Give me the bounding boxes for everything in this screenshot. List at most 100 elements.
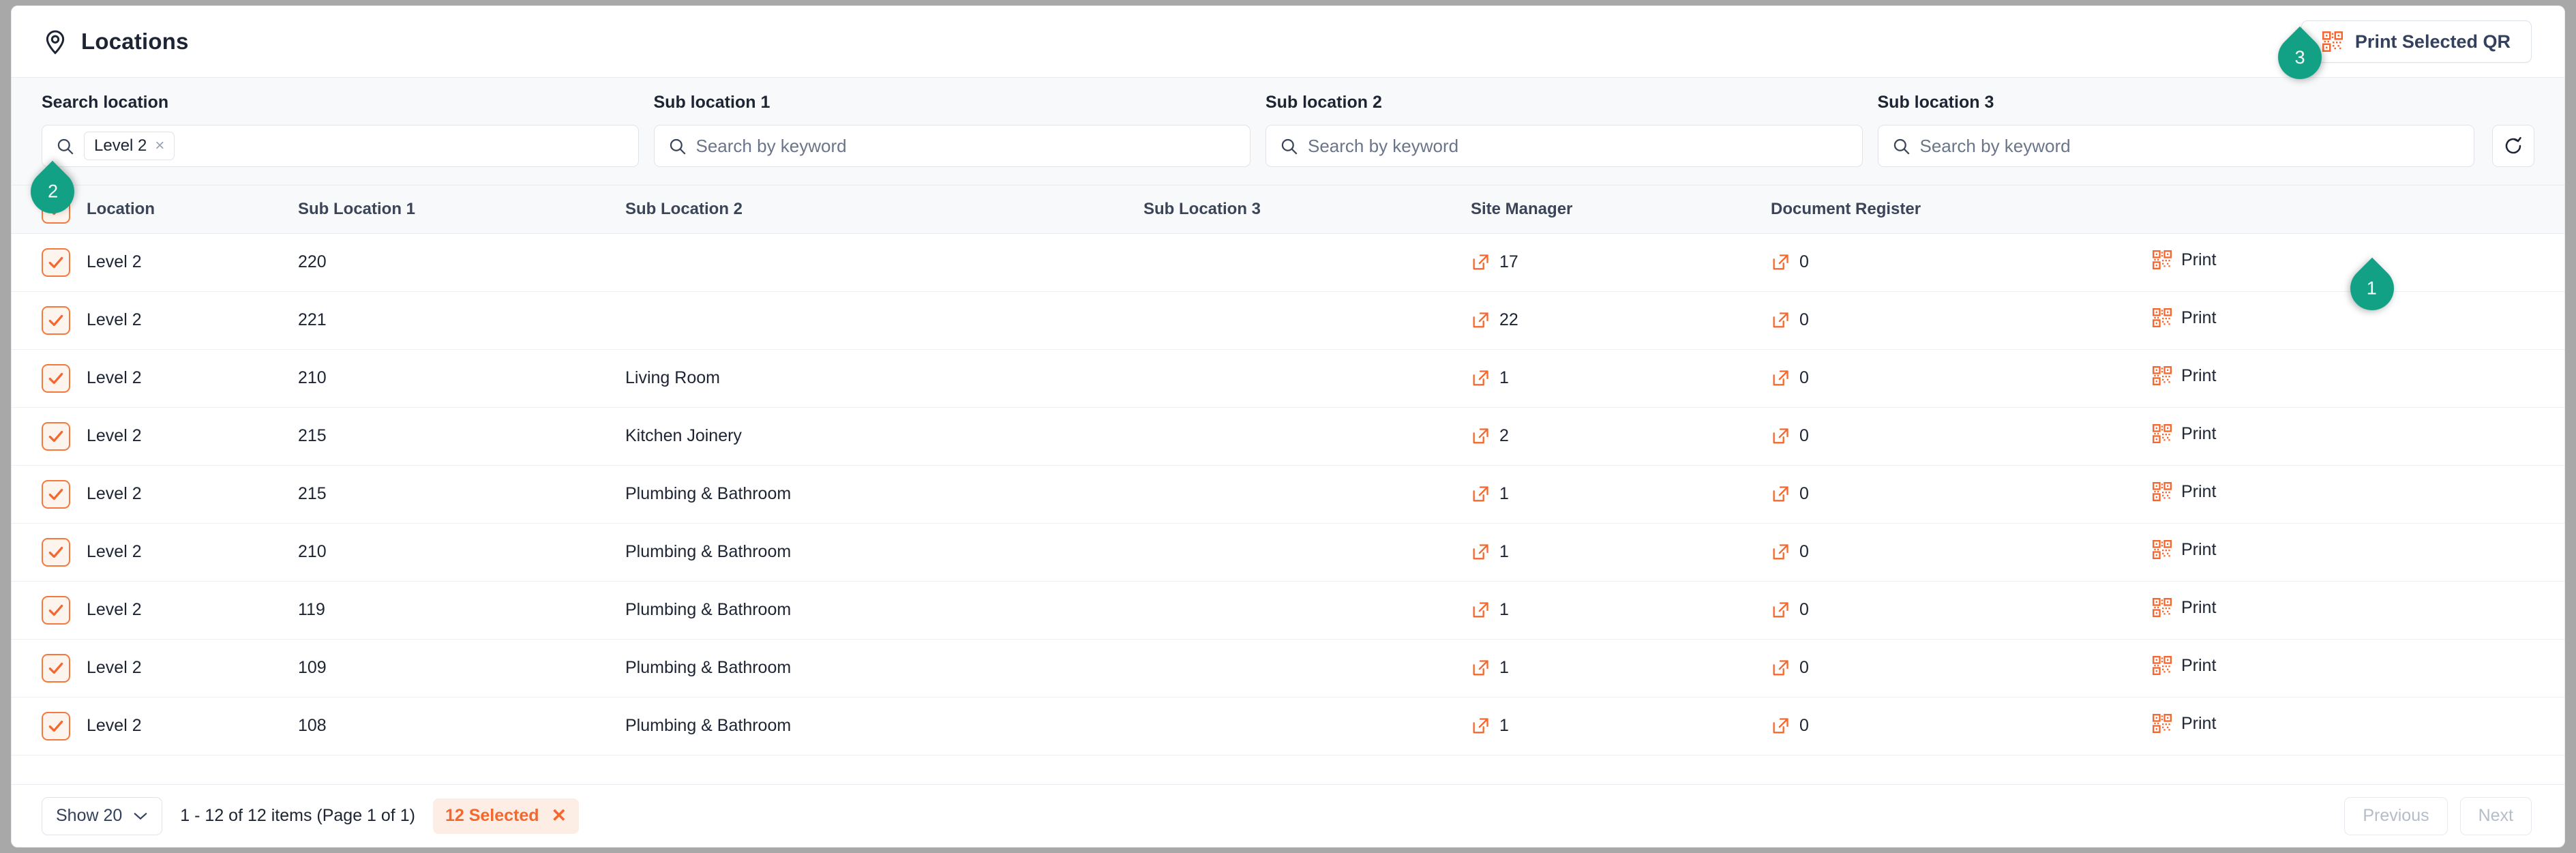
document-register-link[interactable]: 0 bbox=[1771, 542, 2153, 562]
cell-sub-location-2: Living Room bbox=[625, 349, 1143, 408]
table-row[interactable]: Level 2 220 17 0 Print bbox=[12, 233, 2564, 292]
table-row[interactable]: Level 2 210 Plumbing & Bathroom 1 0 Print bbox=[12, 523, 2564, 582]
table-row[interactable]: Level 2 210 Living Room 1 0 Print bbox=[12, 349, 2564, 408]
document-register-link[interactable]: 0 bbox=[1771, 484, 2153, 504]
next-page-button[interactable]: Next bbox=[2459, 796, 2532, 835]
sub-location-3-input[interactable]: Search by keyword bbox=[1877, 125, 2474, 167]
table-row[interactable]: Level 2 109 Plumbing & Bathroom 1 0 Print bbox=[12, 639, 2564, 698]
document-register-link[interactable]: 0 bbox=[1771, 426, 2153, 446]
site-manager-link[interactable]: 1 bbox=[1471, 600, 1771, 620]
print-qr-link[interactable]: Print bbox=[2153, 540, 2216, 560]
print-qr-link[interactable]: Print bbox=[2153, 250, 2216, 270]
document-register-link[interactable]: 0 bbox=[1771, 658, 2153, 678]
cell-location: Level 2 bbox=[87, 465, 298, 524]
external-link-icon bbox=[1471, 253, 1490, 272]
print-qr-link[interactable]: Print bbox=[2153, 308, 2216, 328]
filter-chip-level-2[interactable]: Level 2 × bbox=[84, 132, 175, 160]
header-site-manager[interactable]: Site Manager bbox=[1471, 185, 1771, 234]
print-selected-qr-button[interactable]: Print Selected QR bbox=[2301, 20, 2532, 63]
external-link-icon bbox=[1471, 601, 1490, 620]
document-register-link[interactable]: 0 bbox=[1771, 310, 2153, 330]
header-sub-location-1[interactable]: Sub Location 1 bbox=[298, 185, 625, 234]
qr-code-icon bbox=[2153, 308, 2172, 328]
table-row[interactable]: Level 2 221 22 0 Print bbox=[12, 291, 2564, 350]
document-register-link[interactable]: 0 bbox=[1771, 252, 2153, 272]
print-label: Print bbox=[2181, 365, 2217, 385]
chevron-down-icon bbox=[133, 811, 148, 821]
cell-location: Level 2 bbox=[87, 291, 298, 350]
sub-location-3-placeholder: Search by keyword bbox=[1919, 135, 2071, 156]
external-link-icon bbox=[1471, 427, 1490, 446]
table-body: Level 2 220 17 0 Print Level 2 221 22 0 Print Leve… bbox=[12, 233, 2564, 755]
print-qr-link[interactable]: Print bbox=[2153, 424, 2216, 444]
header-document-register[interactable]: Document Register bbox=[1771, 185, 2153, 234]
site-manager-link[interactable]: 1 bbox=[1471, 716, 1771, 736]
cell-sub-location-2 bbox=[625, 291, 1143, 350]
row-checkbox[interactable] bbox=[42, 421, 70, 451]
table-row[interactable]: Level 2 215 Kitchen Joinery 2 0 Print bbox=[12, 407, 2564, 466]
refresh-filters-button[interactable] bbox=[2492, 125, 2534, 167]
print-label: Print bbox=[2181, 423, 2217, 443]
table-row[interactable]: Level 2 108 Plumbing & Bathroom 1 0 Print bbox=[12, 697, 2564, 755]
sub-location-1-input[interactable]: Search by keyword bbox=[653, 125, 1250, 167]
cell-site-manager: 1 bbox=[1471, 465, 1771, 524]
header-sub-location-3[interactable]: Sub Location 3 bbox=[1143, 185, 1471, 234]
previous-page-button[interactable]: Previous bbox=[2344, 796, 2448, 835]
print-qr-link[interactable]: Print bbox=[2153, 598, 2216, 618]
row-checkbox[interactable] bbox=[42, 595, 70, 625]
site-manager-link[interactable]: 2 bbox=[1471, 426, 1771, 446]
document-register-link[interactable]: 0 bbox=[1771, 600, 2153, 620]
row-checkbox[interactable] bbox=[42, 248, 70, 277]
document-register-count: 0 bbox=[1799, 658, 1809, 677]
search-location-input[interactable]: Level 2 × bbox=[42, 125, 639, 167]
clear-selection-icon[interactable]: ✕ bbox=[552, 807, 567, 825]
row-checkbox[interactable] bbox=[42, 537, 70, 567]
print-qr-link[interactable]: Print bbox=[2153, 482, 2216, 502]
site-manager-count: 1 bbox=[1499, 542, 1509, 561]
cell-document-register: 0 bbox=[1771, 697, 2153, 755]
site-manager-count: 1 bbox=[1499, 658, 1509, 677]
cell-sub-location-2: Kitchen Joinery bbox=[625, 407, 1143, 466]
header-location[interactable]: Location bbox=[87, 185, 298, 234]
document-register-link[interactable]: 0 bbox=[1771, 368, 2153, 388]
table-row[interactable]: Level 2 215 Plumbing & Bathroom 1 0 Print bbox=[12, 465, 2564, 524]
site-manager-link[interactable]: 1 bbox=[1471, 484, 1771, 504]
filter-chip-remove-icon[interactable]: × bbox=[155, 138, 164, 154]
locations-table: Location Sub Location 1 Sub Location 2 S… bbox=[12, 185, 2564, 755]
row-checkbox[interactable] bbox=[42, 653, 70, 683]
site-manager-link[interactable]: 22 bbox=[1471, 310, 1771, 330]
site-manager-link[interactable]: 1 bbox=[1471, 368, 1771, 388]
external-link-icon bbox=[1771, 543, 1790, 562]
header-sub-location-2[interactable]: Sub Location 2 bbox=[625, 185, 1143, 234]
selected-count-pill[interactable]: 12 Selected ✕ bbox=[432, 798, 580, 834]
row-checkbox[interactable] bbox=[42, 479, 70, 509]
cell-sub-location-1: 119 bbox=[298, 581, 625, 640]
row-checkbox[interactable] bbox=[42, 305, 70, 335]
print-qr-link[interactable]: Print bbox=[2153, 656, 2216, 676]
row-checkbox[interactable] bbox=[42, 711, 70, 740]
table-head: Location Sub Location 1 Sub Location 2 S… bbox=[12, 185, 2564, 234]
page-size-select[interactable]: Show 20 bbox=[42, 796, 163, 835]
row-checkbox[interactable] bbox=[42, 363, 70, 393]
print-label: Print bbox=[2181, 539, 2217, 559]
cell-document-register: 0 bbox=[1771, 233, 2153, 292]
print-qr-link[interactable]: Print bbox=[2153, 714, 2216, 734]
print-qr-link[interactable]: Print bbox=[2153, 366, 2216, 386]
row-select-cell bbox=[12, 407, 87, 466]
site-manager-link[interactable]: 1 bbox=[1471, 658, 1771, 678]
location-pin-icon bbox=[42, 28, 69, 55]
document-register-count: 0 bbox=[1799, 600, 1809, 619]
pagination-controls: Previous Next bbox=[2344, 796, 2532, 835]
table-row[interactable]: Level 2 119 Plumbing & Bathroom 1 0 Print bbox=[12, 581, 2564, 640]
document-register-link[interactable]: 0 bbox=[1771, 716, 2153, 736]
cell-sub-location-3 bbox=[1143, 291, 1471, 350]
external-link-icon bbox=[1471, 543, 1490, 562]
site-manager-link[interactable]: 1 bbox=[1471, 542, 1771, 562]
sub-location-2-input[interactable]: Search by keyword bbox=[1265, 125, 1863, 167]
qr-code-icon bbox=[2153, 714, 2172, 734]
print-selected-qr-label: Print Selected QR bbox=[2354, 31, 2511, 52]
site-manager-link[interactable]: 17 bbox=[1471, 252, 1771, 272]
cell-document-register: 0 bbox=[1771, 407, 2153, 466]
search-icon bbox=[668, 137, 687, 155]
cell-location: Level 2 bbox=[87, 407, 298, 466]
